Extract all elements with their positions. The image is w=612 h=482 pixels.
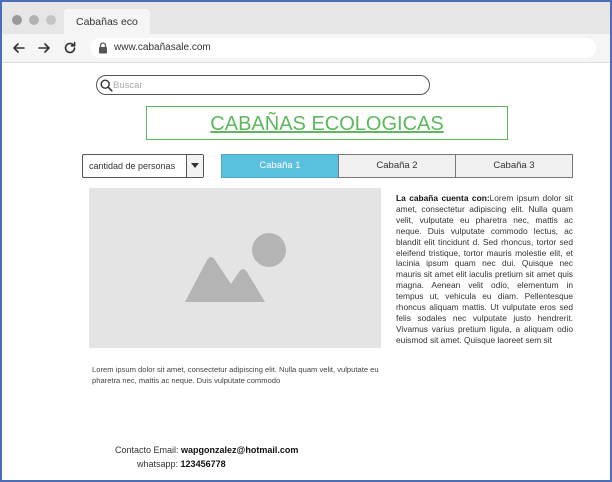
- page-title-box: CABAÑAS ECOLOGICAS: [146, 106, 508, 140]
- tab-label: Cabaña 3: [493, 160, 535, 171]
- reload-icon[interactable]: [62, 40, 78, 56]
- tab-cabana-1[interactable]: Cabaña 1: [221, 154, 339, 178]
- lock-icon: [99, 42, 107, 54]
- dropdown-toggle[interactable]: [186, 155, 203, 177]
- tab-cabana-3[interactable]: Cabaña 3: [455, 154, 573, 178]
- cabin-description: La cabaña cuenta con:Lorem ipsum dolor s…: [396, 193, 573, 346]
- people-count-dropdown[interactable]: cantidad de personas: [82, 154, 204, 178]
- cabin-tabs: Cabaña 1 Cabaña 2 Cabaña 3: [221, 154, 573, 178]
- search-icon: [100, 79, 113, 92]
- image-placeholder-icon: [185, 233, 286, 302]
- email-label: Contacto Email:: [115, 445, 179, 455]
- whatsapp-label: whatsapp:: [137, 459, 179, 469]
- contact-whatsapp[interactable]: 123456778: [181, 459, 226, 469]
- browser-tabstrip: Cabañas eco: [2, 2, 610, 36]
- browser-tab[interactable]: Cabañas eco: [64, 9, 150, 36]
- image-caption: Lorem ipsum dolor sit amet, consectetur …: [92, 365, 379, 385]
- contact-info: Contacto Email: wapgonzalez@hotmail.com …: [115, 443, 298, 471]
- url-text: www.cabañasale.com: [114, 42, 211, 53]
- window-maximize-dot[interactable]: [46, 15, 56, 25]
- address-bar[interactable]: www.cabañasale.com: [90, 38, 596, 58]
- tab-label: Cabaña 1: [259, 160, 301, 171]
- window-minimize-dot[interactable]: [29, 15, 39, 25]
- tab-label: Cabaña 2: [376, 160, 418, 171]
- chevron-down-icon: [191, 163, 199, 168]
- browser-tab-title: Cabañas eco: [76, 16, 138, 28]
- cabin-image: [89, 188, 381, 348]
- browser-navbar: www.cabañasale.com: [2, 34, 610, 63]
- window-close-dot[interactable]: [12, 15, 22, 25]
- tab-cabana-2[interactable]: Cabaña 2: [338, 154, 456, 178]
- search-placeholder: Buscar: [113, 80, 143, 91]
- search-input[interactable]: Buscar: [96, 75, 430, 95]
- page-title[interactable]: CABAÑAS ECOLOGICAS: [210, 113, 443, 135]
- contact-email[interactable]: wapgonzalez@hotmail.com: [181, 445, 298, 455]
- forward-arrow-icon[interactable]: [36, 40, 52, 56]
- description-body: Lorem ipsum dolor sit amet, consectetur …: [396, 193, 573, 345]
- people-count-label: cantidad de personas: [89, 161, 176, 171]
- back-arrow-icon[interactable]: [11, 40, 27, 56]
- description-heading: La cabaña cuenta con:: [396, 193, 490, 203]
